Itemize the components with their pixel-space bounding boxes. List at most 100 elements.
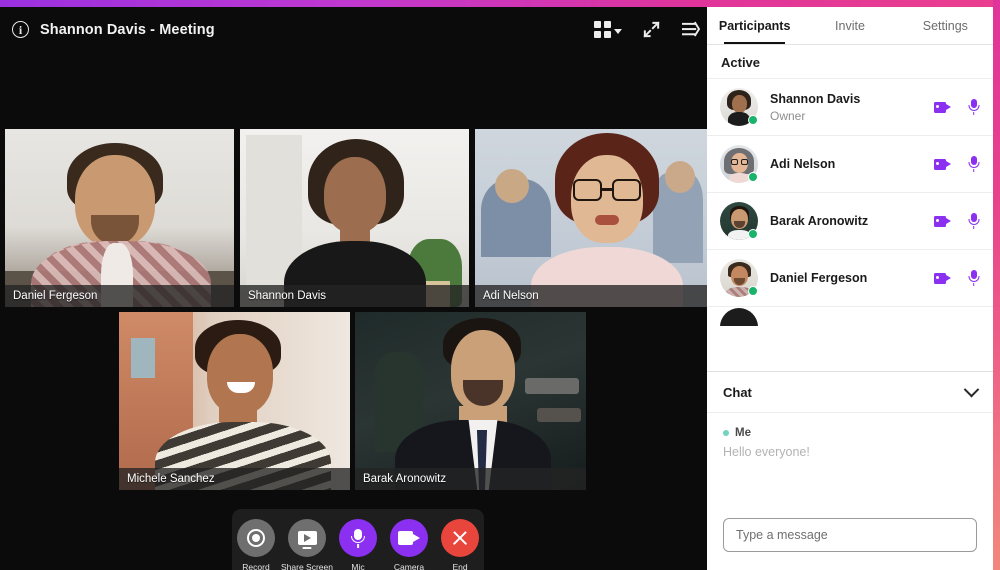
info-icon[interactable]: i [12, 21, 29, 38]
page-title: Shannon Davis - Meeting [40, 21, 215, 38]
chat-author-name: Me [735, 427, 751, 439]
fullscreen-button[interactable] [642, 20, 661, 39]
microphone-icon[interactable] [967, 99, 980, 115]
camera-button-label: Camera [393, 562, 425, 570]
video-feed [5, 129, 234, 307]
participant-info: Daniel Fergeson [770, 271, 934, 285]
mic-button[interactable]: Mic [337, 519, 379, 570]
participant-row[interactable]: Adi Nelson [707, 135, 993, 192]
mic-button-label: Mic [351, 562, 365, 570]
chevron-down-icon[interactable] [963, 381, 980, 397]
tile-name-label: Michele Sanchez [119, 468, 350, 490]
layout-grid-button[interactable] [594, 21, 622, 38]
participant-name: Shannon Davis [770, 91, 861, 106]
participant-video-image [355, 312, 586, 490]
participant-controls [934, 99, 980, 115]
participant-row[interactable]: Daniel Fergeson [707, 249, 993, 306]
end-call-button-label: End [452, 562, 468, 570]
tile-name-label: Barak Aronowitz [355, 468, 586, 490]
tile-name-label: Adi Nelson [475, 285, 707, 307]
collapse-panel-icon [682, 21, 700, 37]
participant-name: Daniel Fergeson [770, 271, 868, 285]
chat-title: Chat [723, 384, 752, 400]
video-feed [119, 312, 350, 490]
video-tile[interactable]: Daniel Fergeson [5, 129, 234, 307]
meeting-topbar: i Shannon Davis - Meeting [0, 7, 714, 52]
chat-input-container [707, 518, 993, 570]
grid-icon [594, 21, 611, 38]
video-feed [475, 129, 707, 307]
participant-role: Owner [770, 108, 806, 123]
online-status-indicator [748, 286, 758, 296]
chat-message-author: Me [723, 427, 977, 439]
video-camera-icon[interactable] [934, 215, 951, 227]
sidebar-tabs: Participants Invite Settings [707, 7, 993, 45]
online-status-indicator [748, 115, 758, 125]
participant-info: Barak Aronowitz [770, 214, 934, 228]
participant-video-image [5, 129, 234, 307]
record-button[interactable]: Record [235, 519, 277, 570]
share-screen-button-label: Share Screen [281, 562, 333, 570]
video-stage: i Shannon Davis - Meeting Daniel Fergeso… [0, 7, 714, 570]
participant-video-image [119, 312, 350, 490]
window-accent-right-border [993, 0, 1000, 570]
participant-info: Shannon Davis Owner [770, 92, 934, 123]
chat-message: Me Hello everyone! [723, 427, 977, 459]
video-tile[interactable]: Shannon Davis [240, 129, 469, 307]
window-accent-top-border [0, 0, 1000, 7]
video-camera-icon[interactable] [934, 101, 951, 113]
expand-arrows-icon [643, 21, 660, 38]
video-camera-icon [390, 519, 428, 557]
online-status-indicator [748, 172, 758, 182]
microphone-icon[interactable] [967, 213, 980, 229]
video-tile[interactable]: Adi Nelson [475, 129, 707, 307]
collapse-panel-button[interactable] [681, 21, 700, 38]
video-tile[interactable]: Michele Sanchez [119, 312, 350, 490]
share-screen-button[interactable]: Share Screen [281, 519, 333, 570]
camera-button[interactable]: Camera [388, 519, 430, 570]
participants-list: Shannon Davis Owner Adi Nelson Barak Aro… [707, 78, 993, 371]
tab-invite[interactable]: Invite [802, 7, 897, 44]
chat-message-text: Hello everyone! [723, 445, 810, 459]
participant-controls [934, 213, 980, 229]
participant-video-image [240, 129, 469, 307]
avatar [720, 259, 758, 297]
video-feed [355, 312, 586, 490]
tab-settings[interactable]: Settings [898, 7, 993, 44]
microphone-icon[interactable] [967, 270, 980, 286]
presence-dot-icon [723, 430, 729, 436]
microphone-icon [339, 519, 377, 557]
video-conference-app: i Shannon Davis - Meeting Daniel Fergeso… [0, 0, 1000, 570]
participant-row[interactable]: Barak Aronowitz [707, 192, 993, 249]
avatar [720, 307, 758, 326]
close-x-icon [441, 519, 479, 557]
video-camera-icon[interactable] [934, 158, 951, 170]
avatar [720, 88, 758, 126]
participant-controls [934, 270, 980, 286]
tab-participants[interactable]: Participants [707, 7, 802, 44]
end-call-button[interactable]: End [439, 519, 481, 570]
participant-name: Barak Aronowitz [770, 214, 869, 228]
participants-section-title: Active [721, 55, 761, 70]
video-camera-icon[interactable] [934, 272, 951, 284]
microphone-icon[interactable] [967, 156, 980, 172]
avatar [720, 145, 758, 183]
topbar-actions [594, 20, 700, 39]
chat-message-input[interactable] [723, 518, 977, 552]
video-feed [240, 129, 469, 307]
right-sidebar: Participants Invite Settings Active Shan… [707, 7, 993, 570]
record-icon [237, 519, 275, 557]
tile-name-label: Daniel Fergeson [5, 285, 234, 307]
video-tile[interactable]: Barak Aronowitz [355, 312, 586, 490]
participant-name: Adi Nelson [770, 157, 836, 171]
record-button-label: Record [242, 562, 270, 570]
participant-controls [934, 156, 980, 172]
participant-video-image [475, 129, 707, 307]
participant-info: Adi Nelson [770, 157, 934, 171]
participant-row-partial[interactable] [707, 306, 993, 326]
screen-share-icon [288, 519, 326, 557]
chevron-down-icon [614, 28, 622, 34]
participant-row[interactable]: Shannon Davis Owner [707, 78, 993, 135]
meeting-controls-bar: Record Share Screen Mic Camera End [232, 509, 484, 570]
chat-section-header[interactable]: Chat [707, 371, 993, 413]
